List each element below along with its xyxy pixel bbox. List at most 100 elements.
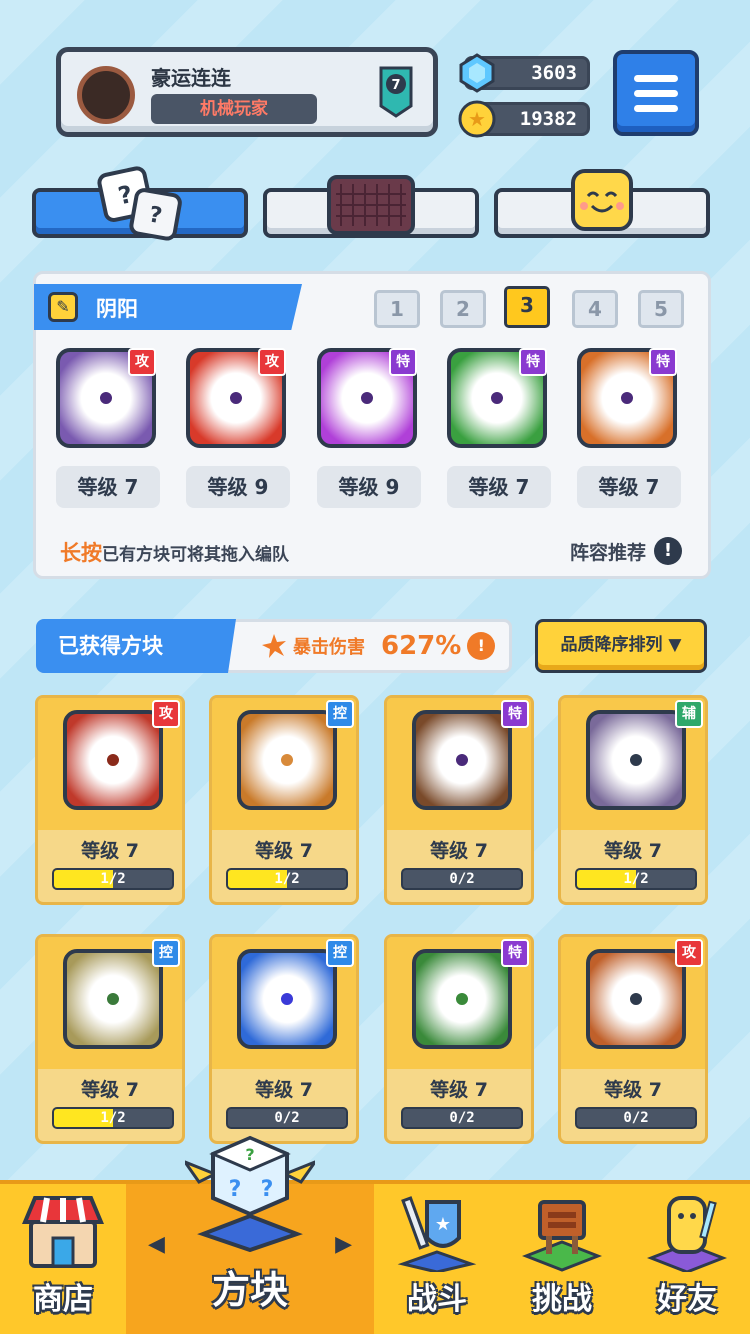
nav-battle[interactable]: ★ 战斗	[374, 1184, 500, 1334]
deck-slot[interactable]: 攻等级 9	[186, 348, 290, 508]
block-type-tag: 特	[389, 348, 417, 376]
nav-challenge[interactable]: 挑战	[500, 1184, 624, 1334]
menu-button[interactable]	[613, 50, 699, 136]
deck-slot[interactable]: 特等级 7	[447, 348, 551, 508]
tab-emote[interactable]	[494, 169, 710, 238]
block-core-icon	[489, 390, 505, 406]
tab-board[interactable]	[263, 175, 479, 238]
nav-friends[interactable]: 好友	[624, 1184, 750, 1334]
avatar[interactable]	[77, 66, 135, 124]
block-type-tag: 控	[326, 939, 354, 967]
block-art-icon: 特	[577, 348, 677, 448]
block-card[interactable]: 攻等级 7 0/2	[558, 934, 708, 1144]
slot-level: 等级 7	[447, 466, 551, 508]
crit-damage-stat[interactable]: 暴击伤害 627% !	[261, 631, 496, 661]
nav-shop[interactable]: 商店	[0, 1184, 126, 1334]
block-art-icon: 特	[447, 348, 547, 448]
block-level: 等级 7	[255, 1079, 313, 1101]
block-level: 等级 7	[430, 1079, 488, 1101]
challenge-icon	[521, 1192, 603, 1276]
block-card[interactable]: 控等级 7 0/2	[209, 934, 359, 1144]
block-core-icon	[628, 991, 644, 1007]
prev-arrow-icon[interactable]: ◀	[148, 1232, 165, 1257]
block-type-tag: 特	[501, 939, 529, 967]
block-core-icon	[619, 390, 635, 406]
block-core-icon	[359, 390, 375, 406]
block-card[interactable]: 特等级 7 0/2	[384, 695, 534, 905]
block-core-icon	[454, 752, 470, 768]
block-level: 等级 7	[430, 840, 488, 862]
deck-name: 阴阳	[96, 297, 138, 321]
deck-page-1[interactable]: 1	[374, 290, 420, 328]
block-art-icon	[63, 949, 163, 1049]
block-art-icon	[412, 949, 512, 1049]
block-core-icon	[454, 991, 470, 1007]
upgrade-progress-bar: 0/2	[401, 1107, 523, 1129]
deck-slot[interactable]: 特等级 7	[577, 348, 681, 508]
gem-counter[interactable]: 3603	[459, 53, 590, 93]
nav-blocks[interactable]: ? ? ? ◀ ▶ 方块	[126, 1135, 374, 1334]
lineup-recommend-button[interactable]: 阵容推荐 !	[570, 537, 682, 565]
block-card[interactable]: 辅等级 7 1/2	[558, 695, 708, 905]
block-card[interactable]: 特等级 7 0/2	[384, 934, 534, 1144]
player-title: 机械玩家	[151, 94, 317, 124]
block-core-icon	[628, 752, 644, 768]
deck-slot[interactable]: 攻等级 7	[56, 348, 160, 508]
deck-page-2[interactable]: 2	[440, 290, 486, 328]
info-icon: !	[654, 537, 682, 565]
block-art-icon	[586, 949, 686, 1049]
upgrade-progress-bar: 1/2	[52, 868, 174, 890]
bottom-nav: 商店 ? ? ? ◀ ▶ 方块 ★ 战斗 挑战 好友	[0, 1135, 750, 1334]
player-profile-card[interactable]: 豪运连连 机械玩家 7	[56, 47, 438, 137]
block-type-tag: 控	[152, 939, 180, 967]
obtained-blocks-bar: 已获得方块 暴击伤害 627% !	[36, 619, 512, 673]
svg-text:?: ?	[229, 1177, 242, 1202]
deck-page-5[interactable]: 5	[638, 290, 684, 328]
board-icon	[326, 174, 416, 240]
upgrade-progress-bar: 0/2	[401, 868, 523, 890]
coin-counter[interactable]: ★ 19382	[458, 100, 590, 138]
upgrade-progress-bar: 1/2	[226, 868, 348, 890]
crit-info-icon[interactable]: !	[467, 632, 496, 660]
slot-level: 等级 7	[577, 466, 681, 508]
deck-name-banner[interactable]: ✎ 阴阳	[34, 284, 302, 330]
progress-text: 0/2	[449, 1110, 475, 1126]
next-arrow-icon[interactable]: ▶	[335, 1232, 352, 1257]
block-art-icon: 攻	[186, 348, 286, 448]
block-art-icon	[412, 710, 512, 810]
drag-hint: 长按已有方块可将其拖入编队	[60, 537, 289, 567]
block-core-icon	[279, 752, 295, 768]
gem-count: 3603	[531, 62, 577, 84]
block-type-tag: 特	[649, 348, 677, 376]
battle-icon: ★	[397, 1192, 477, 1276]
block-art-icon	[237, 949, 337, 1049]
smiley-block-icon	[570, 168, 634, 236]
slot-level: 等级 7	[56, 466, 160, 508]
upgrade-progress-bar: 0/2	[226, 1107, 348, 1129]
slot-level: 等级 9	[317, 466, 421, 508]
nav-shop-label: 商店	[33, 1282, 93, 1317]
block-card[interactable]: 控等级 7 1/2	[35, 934, 185, 1144]
tab-dice[interactable]: ? ?	[32, 166, 248, 241]
deck-page-3[interactable]: 3	[504, 286, 550, 328]
block-card[interactable]: 控等级 7 1/2	[209, 695, 359, 905]
deck-panel: ✎ 阴阳 1 2 3 4 5 攻等级 7 攻等级 9 特等级 9 特等级 7 特等级 7…	[33, 271, 711, 579]
svg-text:★: ★	[468, 107, 486, 131]
rank-badge-icon[interactable]: 7	[379, 66, 413, 118]
deck-slot[interactable]: 特等级 9	[317, 348, 421, 508]
gem-icon	[457, 53, 497, 93]
progress-text: 1/2	[100, 1110, 126, 1126]
recommend-label: 阵容推荐	[569, 541, 646, 564]
nav-battle-label: 战斗	[407, 1282, 467, 1317]
progress-text: 0/2	[623, 1110, 649, 1126]
sort-dropdown[interactable]: 品质降序排列 ▼	[535, 619, 707, 673]
edit-pencil-icon[interactable]: ✎	[48, 292, 78, 322]
slot-level: 等级 9	[186, 466, 290, 508]
burst-icon	[262, 634, 286, 658]
crit-label: 暴击伤害	[293, 637, 365, 658]
coin-count: 19382	[519, 108, 577, 130]
deck-page-4[interactable]: 4	[572, 290, 618, 328]
block-type-tag: 辅	[675, 700, 703, 728]
progress-text: 0/2	[449, 871, 475, 887]
block-card[interactable]: 攻等级 7 1/2	[35, 695, 185, 905]
